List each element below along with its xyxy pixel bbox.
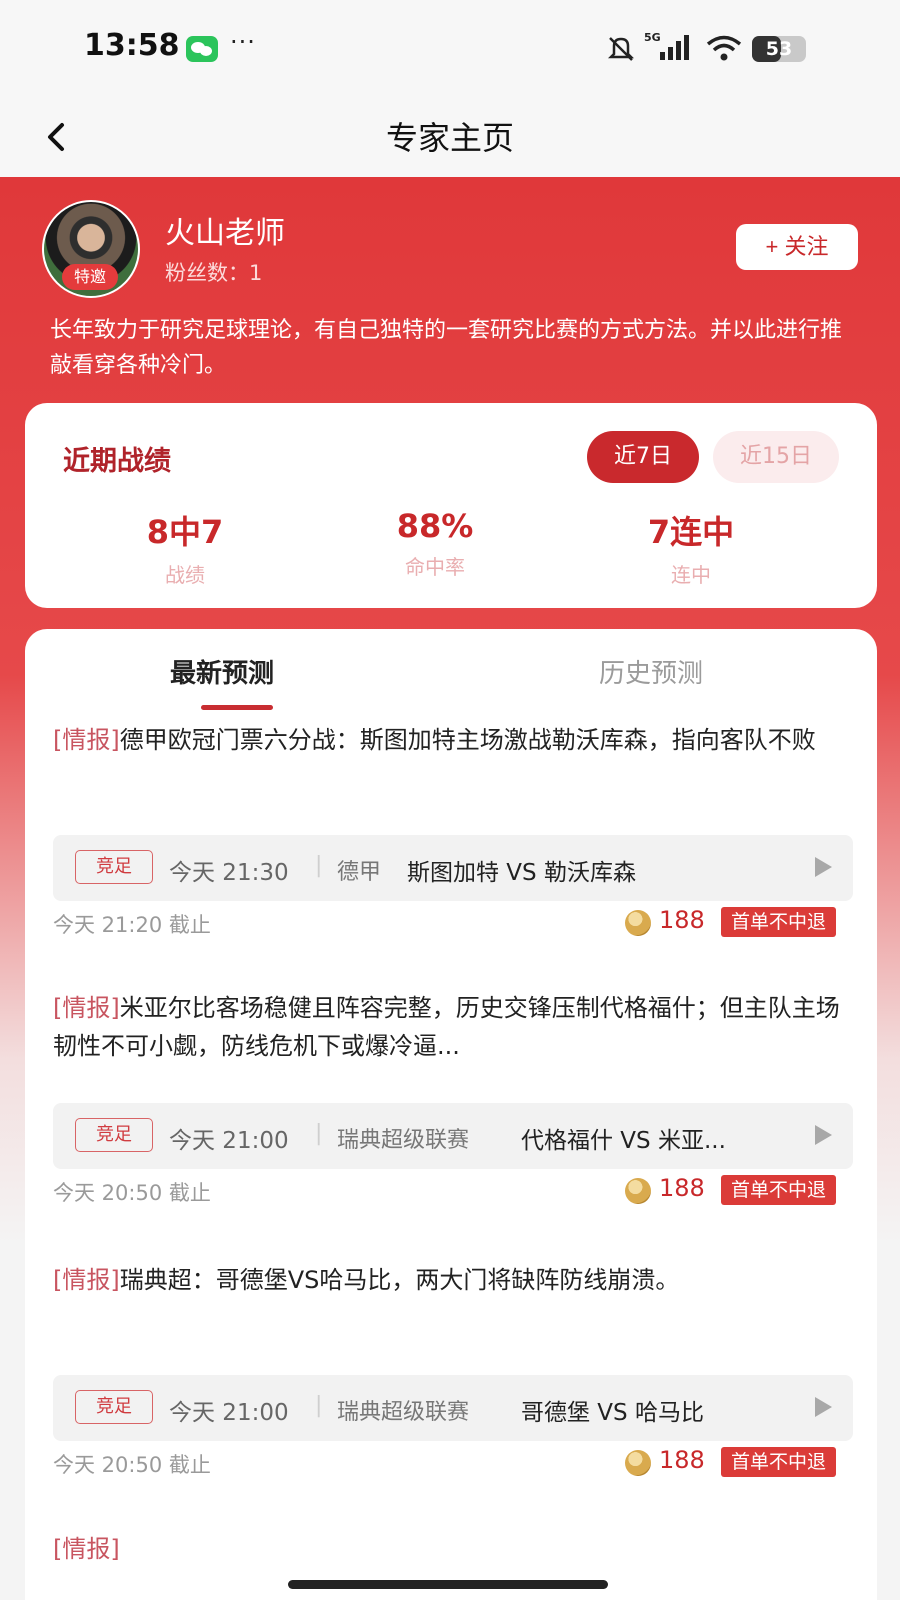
stat-hit-rate: 88% 命中率 (325, 507, 545, 580)
refund-badge: 首单不中退 (721, 1175, 837, 1205)
match-league: 德甲 (337, 860, 382, 885)
stat-value: 8中7 (146, 513, 224, 551)
match-teams: 斯图加特 VS 勒沃库森 (407, 860, 636, 886)
more-dots-icon: ··· (230, 28, 256, 56)
intel-tag: [情报] (53, 994, 120, 1022)
signal-icon: 5G (644, 31, 689, 60)
match-row[interactable]: 竞足 今天 21:00 | 瑞典超级联赛 代格福什 VS 米亚... (53, 1103, 853, 1169)
prediction-list-card: 最新预测 历史预测 [情报]德甲欧冠门票六分战：斯图加特主场激战勒沃库森，指向客… (25, 629, 877, 1600)
special-invite-badge: 特邀 (62, 264, 118, 290)
fan-count: 粉丝数：1 (165, 261, 263, 285)
prediction-headline: [情报]瑞典超：哥德堡VS哈马比，两大门将缺阵防线崩溃。 (53, 1261, 853, 1299)
headline-text: 瑞典超：哥德堡VS哈马比，两大门将缺阵防线崩溃。 (119, 1266, 680, 1294)
mute-icon (607, 37, 635, 61)
prediction-headline: [情报]德甲欧冠门票六分战：斯图加特主场激战勒沃库森，指向客队不败 (53, 721, 853, 759)
wifi-icon (706, 35, 742, 61)
match-row[interactable]: 竞足 今天 21:00 | 瑞典超级联赛 哥德堡 VS 哈马比 (53, 1375, 853, 1441)
refund-badge: 首单不中退 (721, 1447, 837, 1477)
stat-streak: 7连中 连中 (581, 507, 801, 588)
tab-period-7d[interactable]: 近7日 (587, 431, 699, 483)
intel-tag: [情报] (53, 1266, 120, 1294)
stat-label: 命中率 (405, 555, 465, 579)
play-arrow-icon (815, 857, 832, 877)
match-teams: 哥德堡 VS 哈马比 (521, 1400, 704, 1426)
status-bar: 13:58 ··· 5G 53 (0, 0, 900, 95)
price: 188 (659, 1446, 705, 1474)
price: 188 (659, 1174, 705, 1202)
divider: | (315, 1121, 323, 1146)
play-arrow-icon (815, 1125, 832, 1145)
nav-bar: 专家主页 (0, 95, 900, 177)
status-time: 13:58 (84, 28, 180, 63)
match-row[interactable]: 竞足 今天 21:30 | 德甲 斯图加特 VS 勒沃库森 (53, 835, 853, 901)
recent-record-card: 近期战绩 近7日 近15日 8中7 战绩 88% 命中率 7连中 连中 (25, 403, 877, 608)
coin-icon (625, 910, 651, 936)
match-teams: 代格福什 VS 米亚... (521, 1128, 726, 1154)
price: 188 (659, 906, 705, 934)
expert-name: 火山老师 (165, 216, 285, 251)
play-arrow-icon (815, 1397, 832, 1417)
coin-icon (625, 1178, 651, 1204)
deadline: 今天 20:50 截止 (53, 1181, 211, 1205)
divider: | (315, 1393, 323, 1418)
stat-label: 连中 (671, 563, 711, 587)
record-title: 近期战绩 (63, 446, 171, 477)
stat-label: 战绩 (165, 563, 205, 587)
intel-tag: [情报] (53, 726, 120, 754)
deadline: 今天 21:20 截止 (53, 913, 211, 937)
coin-icon (625, 1450, 651, 1476)
match-time: 今天 21:00 (169, 1400, 289, 1426)
prediction-item[interactable]: [情报]米亚尔比客场稳健且阵容完整，历史交锋压制代格福什；但主队主场韧性不可小觑… (53, 989, 853, 1219)
page-title: 专家主页 (385, 119, 514, 157)
stat-record: 8中7 战绩 (75, 507, 295, 588)
headline-text: 德甲欧冠门票六分战：斯图加特主场激战勒沃库森，指向客队不败 (119, 726, 816, 754)
deadline: 今天 20:50 截止 (53, 1453, 211, 1477)
tab-active-indicator (201, 705, 273, 710)
stat-value: 88% (396, 507, 474, 545)
match-time: 今天 21:30 (169, 860, 289, 886)
expert-bio: 长年致力于研究足球理论，有自己独特的一套研究比赛的方式方法。并以此进行推敲看穿各… (50, 318, 843, 378)
follow-button[interactable]: + 关注 (736, 224, 858, 270)
prediction-headline: [情报]米亚尔比客场稳健且阵容完整，历史交锋压制代格福什；但主队主场韧性不可小觑… (53, 989, 853, 1065)
lottery-badge: 竞足 (75, 1390, 153, 1424)
tab-history-predictions[interactable]: 历史预测 (599, 653, 703, 690)
refund-badge: 首单不中退 (721, 907, 837, 937)
divider: | (315, 853, 323, 878)
tab-latest-predictions[interactable]: 最新预测 (170, 653, 274, 690)
next-prediction-tag-partial: [情报] (53, 1535, 120, 1563)
lottery-badge: 竞足 (75, 850, 153, 884)
home-indicator[interactable] (288, 1580, 608, 1589)
lottery-badge: 竞足 (75, 1118, 153, 1152)
battery-text: 53 (765, 38, 793, 60)
prediction-item[interactable]: [情报]德甲欧冠门票六分战：斯图加特主场激战勒沃库森，指向客队不败 竞足 今天 … (53, 721, 853, 951)
wechat-icon (186, 36, 218, 62)
prediction-item[interactable]: [情报]瑞典超：哥德堡VS哈马比，两大门将缺阵防线崩溃。 竞足 今天 21:00… (53, 1261, 853, 1491)
match-league: 瑞典超级联赛 (337, 1400, 470, 1425)
headline-text: 米亚尔比客场稳健且阵容完整，历史交锋压制代格福什；但主队主场韧性不可小觑，防线危… (53, 994, 840, 1060)
battery-icon: 53 (752, 36, 806, 62)
tab-period-15d[interactable]: 近15日 (713, 431, 839, 483)
match-league: 瑞典超级联赛 (337, 1128, 470, 1153)
stat-value: 7连中 (647, 513, 735, 551)
network-label: 5G (644, 31, 661, 44)
match-time: 今天 21:00 (169, 1128, 289, 1154)
